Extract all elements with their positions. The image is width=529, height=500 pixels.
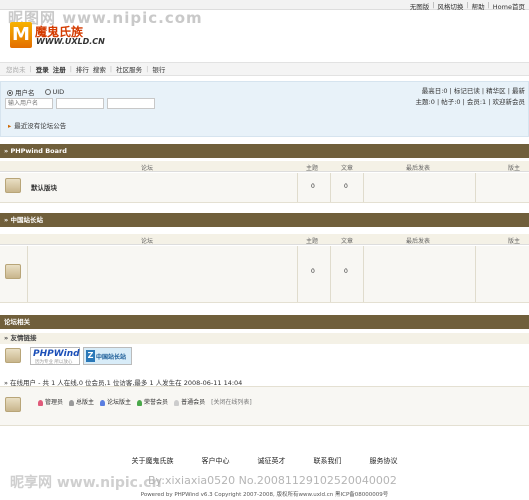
footer-jobs[interactable]: 诚征英才 <box>258 456 286 466</box>
legend-honor: 荣誉会员 <box>137 397 168 406</box>
board-header-zhanzhang[interactable]: » 中国站长站 <box>0 213 529 227</box>
honor-user-icon <box>137 399 143 406</box>
user-legend: 管理员 总版主 论坛版主 荣誉会员 普通会员 [关闭在线列表] <box>38 397 252 406</box>
nav-guest-text: 您尚未 <box>6 66 26 74</box>
main-nav: 您尚未 | 登录 注册 | 排行 搜索 | 社区服务 | 银行 <box>0 62 529 76</box>
forum-name[interactable]: 默认版块 <box>31 182 57 192</box>
forum-row: 0 0 <box>0 246 529 303</box>
footer-copyright: Powered by PHPWind v6.3 Copyright 2007-2… <box>140 492 389 498</box>
nav-bank[interactable]: 银行 <box>152 64 165 74</box>
top-link-style-switch[interactable]: 风格切换 <box>437 1 463 11</box>
member-user-icon <box>174 399 180 406</box>
post-count: 0 <box>344 268 348 275</box>
site-logo[interactable]: M 魔鬼氏族 WWW.UXLD.CN <box>10 22 105 52</box>
logo-mark: M <box>10 22 32 48</box>
captcha-input[interactable] <box>107 98 155 109</box>
column-header: 论坛 主题 文章 最后发表 版主 <box>0 234 529 245</box>
footer-customer[interactable]: 客户中心 <box>202 456 230 466</box>
footer-about[interactable]: 关于魔鬼氏族 <box>132 456 174 466</box>
radio-selected-icon <box>7 90 13 96</box>
footer-contact[interactable]: 联系我们 <box>314 456 342 466</box>
super-mod-user-icon <box>69 399 75 406</box>
radio-icon <box>44 89 51 95</box>
mod-user-icon <box>100 399 106 406</box>
login-panel: 用户名 UID 最高日:0 | 标记已读 | 精华区 | 最新 主题:0 | 帖… <box>0 81 529 137</box>
password-input[interactable] <box>56 98 104 109</box>
watermark-id: By:xixiaxia0520 No.20081129102520040002 <box>148 474 397 487</box>
admin-user-icon <box>38 399 43 406</box>
nav-register[interactable]: 注册 <box>53 64 66 74</box>
links-folder-icon <box>5 348 21 363</box>
related-header: 论坛相关 <box>0 315 529 329</box>
watermark-bottom: 昵享网 www.nipic.cn <box>10 475 162 491</box>
forum-folder-icon <box>5 264 21 279</box>
forum-stats: 最高日:0 | 标记已读 | 精华区 | 最新 主题:0 | 帖子:0 | 会员… <box>415 87 525 106</box>
forum-row: 默认版块 0 0 <box>0 173 529 203</box>
nav-search[interactable]: 搜索 <box>93 64 106 74</box>
nav-login[interactable]: 登录 <box>36 64 49 74</box>
footer-links: 关于魔鬼氏族 客户中心 诚征英才 联系我们 服务协议 <box>0 456 529 466</box>
nav-community[interactable]: 社区服务 <box>116 64 142 74</box>
footer-terms[interactable]: 服务协议 <box>370 456 398 466</box>
zhanzhang-logo-icon: Z <box>86 350 95 362</box>
friend-links-label: » 友情链接 <box>0 333 529 344</box>
column-header: 论坛 主题 文章 最后发表 版主 <box>0 161 529 172</box>
top-link-home[interactable]: Home首页 <box>493 1 525 11</box>
legend-admin: 管理员 <box>38 397 63 406</box>
logo-domain: WWW.UXLD.CN <box>36 37 105 46</box>
post-count: 0 <box>344 183 348 190</box>
close-online-list[interactable]: [关闭在线列表] <box>211 397 252 406</box>
nav-rank[interactable]: 排行 <box>76 64 89 74</box>
topic-count: 0 <box>311 183 315 190</box>
online-folder-icon <box>5 397 21 412</box>
legend-super-mod: 总版主 <box>69 397 94 406</box>
top-link-text-mode[interactable]: 无图版 <box>410 1 430 11</box>
legend-mod: 论坛版主 <box>100 397 131 406</box>
forum-folder-icon <box>5 178 21 193</box>
legend-member: 普通会员 <box>174 397 205 406</box>
topic-count: 0 <box>311 268 315 275</box>
username-input[interactable] <box>5 98 53 109</box>
forum-notice[interactable]: 最近没有论坛公告 <box>8 120 66 130</box>
radio-username[interactable]: 用户名 <box>7 87 35 97</box>
zhanzhang-banner[interactable]: Z 中国站长站 <box>83 347 132 365</box>
top-link-help[interactable]: 帮助 <box>472 1 485 11</box>
radio-uid[interactable]: UID <box>44 88 64 96</box>
phpwind-banner[interactable]: PHPWind 因为专业 所以放心 <box>30 347 80 365</box>
online-users-box <box>0 386 529 426</box>
board-header-phpwind[interactable]: » PHPwind Board <box>0 144 529 158</box>
top-links: 无图版 | 风格切换 | 帮助 | Home首页 <box>409 1 525 11</box>
